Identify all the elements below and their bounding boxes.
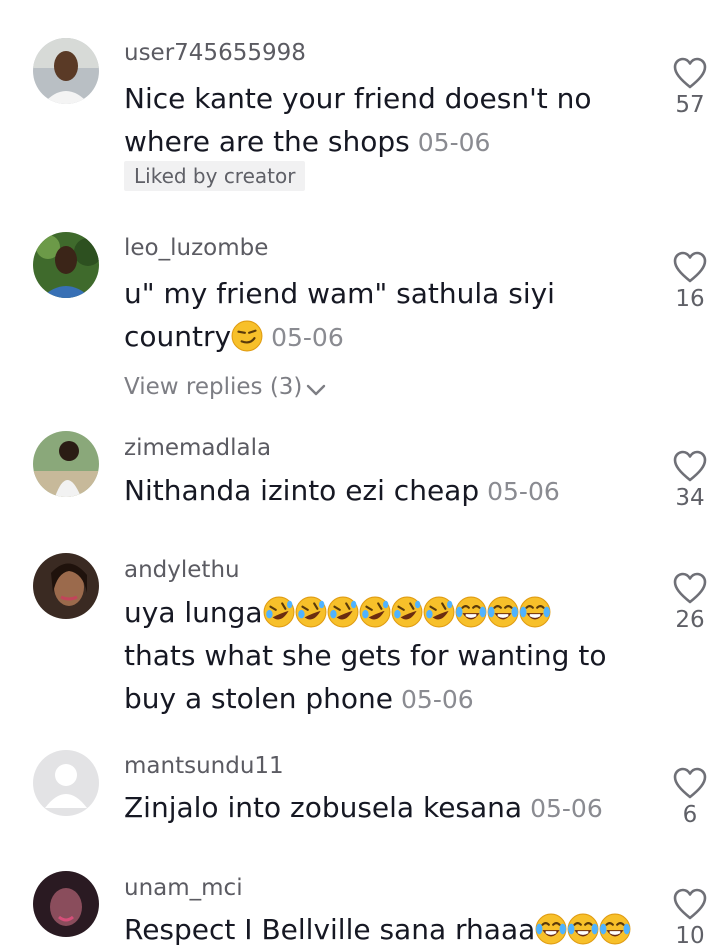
heart-outline-icon[interactable] [672,250,708,284]
like-button[interactable]: 34 [660,449,720,511]
tears-of-joy-emoji [535,913,568,945]
avatar[interactable] [33,38,99,104]
like-count: 10 [675,923,705,949]
avatar[interactable] [33,431,99,497]
comment-date: 05-06 [487,477,560,506]
tears-of-joy-emoji [518,596,551,628]
comment-text: uya lunga thats what she gets for wantin… [124,596,607,715]
like-count: 34 [675,485,705,511]
comment-username[interactable]: unam_mci [124,875,243,901]
like-count: 26 [675,607,705,633]
heart-outline-icon[interactable] [672,571,708,605]
liked-by-creator-badge: Liked by creator [124,161,306,191]
chevron-down-icon [307,384,326,396]
comment-date: 05-06 [401,685,474,714]
comment-date: 05-06 [271,323,344,352]
heart-outline-icon[interactable] [672,766,708,800]
comment-username[interactable]: user745655998 [124,40,306,66]
rolling-laughing-emoji [262,596,295,628]
like-button[interactable]: 57 [660,56,720,118]
like-button[interactable]: 10 [660,887,720,949]
tears-of-joy-emoji [599,913,632,945]
smirk-emoji [231,320,264,352]
rolling-laughing-emoji [390,596,423,628]
comment-username[interactable]: mantsundu11 [124,753,284,779]
heart-outline-icon[interactable] [672,56,708,90]
rolling-laughing-emoji [326,596,359,628]
comment-text: Respect I Bellville sana rhaaa [124,908,632,951]
view-replies-button[interactable]: View replies (3) [124,374,326,400]
comment-username[interactable]: andylethu [124,557,240,583]
comment-text: Zinjalo into zobusela kesana 05-06 [124,791,603,824]
comment-username[interactable]: leo_luzombe [124,235,268,261]
heart-outline-icon[interactable] [672,887,708,921]
comment-text: Nice kante your friend doesn't no where … [124,82,592,158]
like-button[interactable]: 6 [660,766,720,828]
avatar[interactable] [33,750,99,816]
comment-text: Nithanda izinto ezi cheap 05-06 [124,474,560,507]
like-count: 57 [675,92,705,118]
tears-of-joy-emoji [454,596,487,628]
comment-text: u" my friend wam" sathula siyi country 05… [124,277,555,353]
like-button[interactable]: 26 [660,571,720,633]
like-count: 6 [682,802,698,828]
rolling-laughing-emoji [422,596,455,628]
comment-username[interactable]: zimemadlala [124,435,271,461]
heart-outline-icon[interactable] [672,449,708,483]
avatar[interactable] [33,871,99,937]
comment-date: 05-06 [417,128,491,157]
tears-of-joy-emoji [567,913,600,945]
rolling-laughing-emoji [294,596,327,628]
avatar[interactable] [33,232,99,298]
avatar[interactable] [33,553,99,619]
tears-of-joy-emoji [486,596,519,628]
comment-date: 05-06 [530,794,603,823]
rolling-laughing-emoji [358,596,391,628]
like-button[interactable]: 16 [660,250,720,312]
like-count: 16 [675,286,705,312]
